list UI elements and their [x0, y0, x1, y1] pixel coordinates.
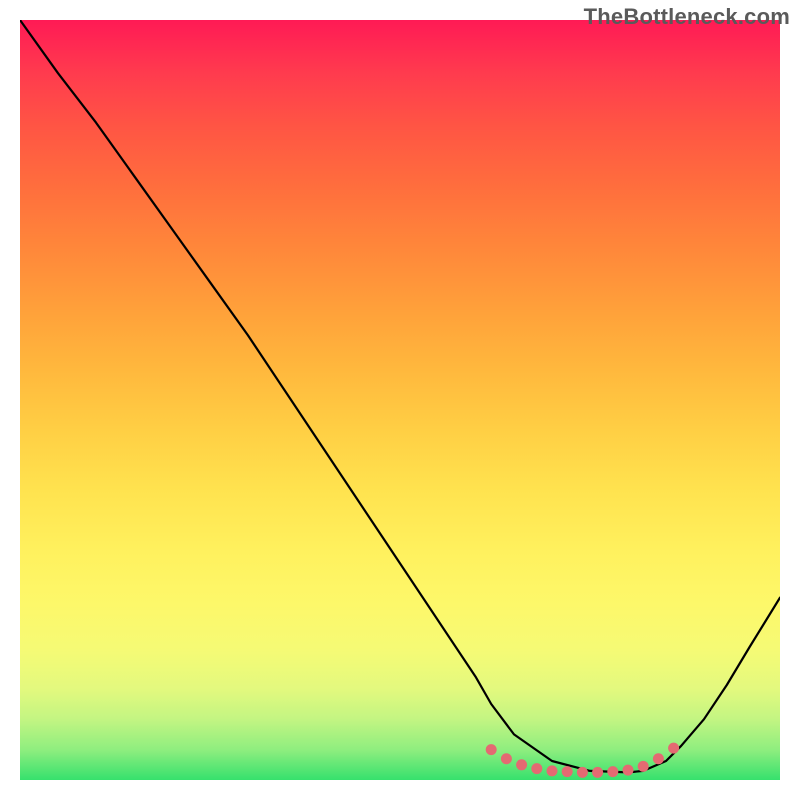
- floor-marker-dot: [562, 766, 573, 777]
- floor-marker-dot: [486, 744, 497, 755]
- floor-marker-dot: [592, 767, 603, 778]
- floor-marker-dot: [501, 753, 512, 764]
- floor-markers-group: [486, 743, 679, 778]
- floor-marker-dot: [623, 765, 634, 776]
- plot-area: [20, 20, 780, 780]
- bottleneck-chart: TheBottleneck.com: [0, 0, 800, 800]
- floor-marker-dot: [516, 759, 527, 770]
- floor-marker-dot: [653, 753, 664, 764]
- floor-marker-dot: [607, 766, 618, 777]
- watermark-text: TheBottleneck.com: [584, 4, 790, 30]
- chart-svg: [20, 20, 780, 780]
- floor-marker-dot: [577, 767, 588, 778]
- floor-marker-dot: [547, 765, 558, 776]
- floor-marker-dot: [531, 763, 542, 774]
- bottleneck-curve-path: [20, 20, 780, 772]
- floor-marker-dot: [668, 743, 679, 754]
- floor-marker-dot: [638, 761, 649, 772]
